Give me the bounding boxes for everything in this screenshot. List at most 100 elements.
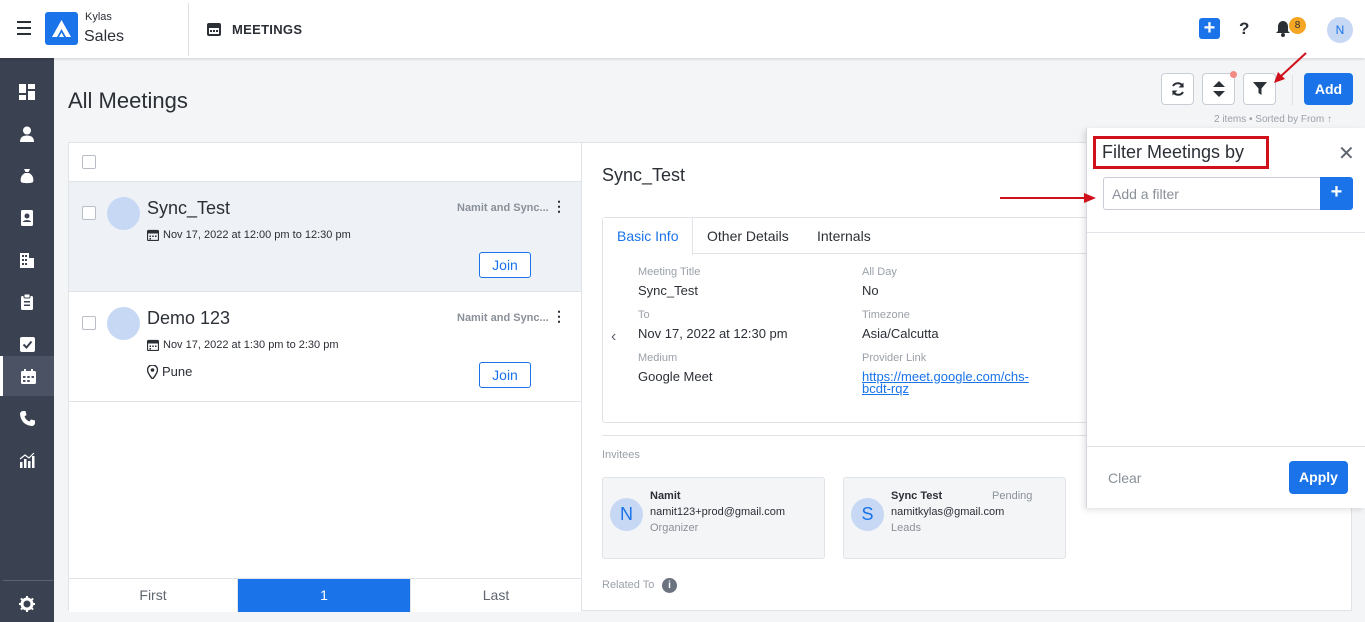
meetings-calendar-icon[interactable]: [0, 356, 54, 396]
sidebar: [0, 58, 54, 622]
medium-value: Google Meet: [638, 369, 713, 384]
module-title: MEETINGS: [232, 22, 303, 37]
select-all-checkbox[interactable]: [82, 155, 96, 169]
user-avatar[interactable]: N: [1327, 17, 1353, 43]
chevron-left-icon[interactable]: ‹: [611, 328, 616, 346]
pagination: First 1 Last: [69, 578, 581, 612]
timezone-value: Asia/Calcutta: [862, 326, 939, 341]
meetings-list-panel: Sync_Test Namit and Sync... ⋮ Nov 17, 20…: [68, 142, 582, 612]
invitee-card: N Namit namit123+prod@gmail.com Organize…: [602, 477, 825, 559]
sort-indicator-dot: [1230, 71, 1237, 78]
all-day-label: All Day: [862, 266, 897, 278]
row-checkbox[interactable]: [82, 206, 96, 220]
kebab-menu-icon[interactable]: ⋮: [552, 198, 566, 215]
brand-product: Sales: [84, 28, 125, 45]
close-icon[interactable]: ✕: [1338, 141, 1355, 166]
avatar: [107, 197, 140, 230]
add-meeting-button[interactable]: Add: [1304, 73, 1353, 105]
calendar-icon: [147, 229, 159, 241]
list-item[interactable]: Demo 123 Namit and Sync... ⋮ Nov 17, 202…: [69, 292, 581, 402]
sidebar-divider: [3, 580, 53, 581]
kebab-menu-icon[interactable]: ⋮: [552, 308, 566, 325]
to-value: Nov 17, 2022 at 12:30 pm: [638, 326, 788, 341]
provider-link[interactable]: https://meet.google.com/chs-bcdt-rqz: [862, 370, 1052, 395]
pagination-first[interactable]: First: [69, 579, 238, 612]
meeting-title-value: Sync_Test: [638, 283, 698, 298]
refresh-button[interactable]: [1161, 73, 1194, 105]
invitee-role: Leads: [891, 522, 921, 534]
items-sort-info: 2 items • Sorted by From ↑: [1214, 114, 1332, 125]
header-divider: [188, 3, 189, 56]
row-checkbox[interactable]: [82, 316, 96, 330]
kylas-logo-icon[interactable]: [45, 12, 78, 45]
filter-funnel-icon: [1252, 82, 1267, 95]
meeting-location: Pune: [147, 364, 192, 379]
meeting-participants: Namit and Sync...: [457, 312, 549, 324]
all-day-value: No: [862, 283, 879, 298]
phone-icon[interactable]: [0, 398, 54, 438]
hamburger-menu-icon[interactable]: [17, 21, 31, 35]
avatar: [107, 307, 140, 340]
invitee-card: S Sync Test Pending namitkylas@gmail.com…: [843, 477, 1066, 559]
meeting-title[interactable]: Demo 123: [147, 308, 230, 329]
settings-gear-icon[interactable]: [0, 584, 54, 622]
invitee-status: Pending: [992, 490, 1033, 502]
contacts-icon[interactable]: [0, 114, 54, 154]
list-item[interactable]: Sync_Test Namit and Sync... ⋮ Nov 17, 20…: [69, 182, 581, 292]
help-icon[interactable]: ?: [1239, 19, 1249, 39]
page-title: All Meetings: [68, 88, 188, 113]
tab-basic-info[interactable]: Basic Info: [603, 218, 694, 255]
quick-add-button[interactable]: +: [1199, 18, 1220, 39]
avatar: S: [851, 498, 884, 531]
pagination-current-page[interactable]: 1: [238, 579, 410, 612]
top-bar: Kylas Sales MEETINGS + ? 8 N: [0, 0, 1365, 58]
related-to-label: Related To: [602, 579, 655, 591]
invitee-name: Namit: [650, 490, 681, 502]
calendar-icon: [207, 22, 221, 41]
sort-icon: [1212, 81, 1225, 97]
info-icon[interactable]: i: [662, 578, 677, 593]
timezone-label: Timezone: [862, 309, 910, 321]
list-header: [69, 143, 581, 182]
add-filter-button[interactable]: +: [1320, 177, 1353, 210]
invitee-email: namit123+prod@gmail.com: [650, 506, 785, 518]
deals-icon[interactable]: [0, 156, 54, 196]
dashboard-icon[interactable]: [0, 72, 54, 112]
invitees-label: Invitees: [602, 449, 640, 461]
filter-divider: [1087, 446, 1365, 447]
detail-title: Sync_Test: [602, 165, 686, 185]
reports-icon[interactable]: [0, 440, 54, 480]
avatar: N: [610, 498, 643, 531]
invitee-email: namitkylas@gmail.com: [891, 506, 1005, 518]
meeting-title-label: Meeting Title: [638, 266, 701, 278]
add-filter-input[interactable]: [1103, 177, 1320, 210]
invitee-role: Organizer: [650, 522, 699, 534]
sort-button[interactable]: [1202, 73, 1235, 105]
meeting-title[interactable]: Sync_Test: [147, 198, 230, 219]
notification-badge: 8: [1289, 17, 1306, 34]
pagination-last[interactable]: Last: [410, 579, 581, 612]
tab-other-details[interactable]: Other Details: [693, 218, 803, 254]
calendar-icon: [147, 339, 159, 351]
medium-label: Medium: [638, 352, 678, 364]
brand-name: Kylas: [85, 11, 112, 23]
meeting-time-text: Nov 17, 2022 at 12:00 pm to 12:30 pm: [163, 229, 351, 241]
meeting-location-text: Pune: [162, 364, 193, 379]
meeting-time: Nov 17, 2022 at 1:30 pm to 2:30 pm: [147, 339, 339, 351]
companies-icon[interactable]: [0, 240, 54, 280]
invitee-name[interactable]: Sync Test: [891, 490, 942, 502]
tab-internals[interactable]: Internals: [803, 218, 885, 254]
refresh-icon: [1171, 82, 1184, 96]
meeting-time-text: Nov 17, 2022 at 1:30 pm to 2:30 pm: [163, 339, 339, 351]
to-label: To: [638, 309, 650, 321]
apply-filters-button[interactable]: Apply: [1289, 461, 1348, 494]
join-button[interactable]: Join: [479, 252, 531, 278]
clipboard-icon[interactable]: [0, 282, 54, 322]
meeting-participants: Namit and Sync...: [457, 202, 549, 214]
clear-filters-button[interactable]: Clear: [1108, 470, 1141, 486]
join-button[interactable]: Join: [479, 362, 531, 388]
filter-panel: Filter Meetings by ✕ + Clear Apply: [1086, 128, 1365, 508]
address-book-icon[interactable]: [0, 198, 54, 238]
annotation-arrow-icon: [1274, 52, 1307, 83]
location-pin-icon: [147, 364, 158, 379]
